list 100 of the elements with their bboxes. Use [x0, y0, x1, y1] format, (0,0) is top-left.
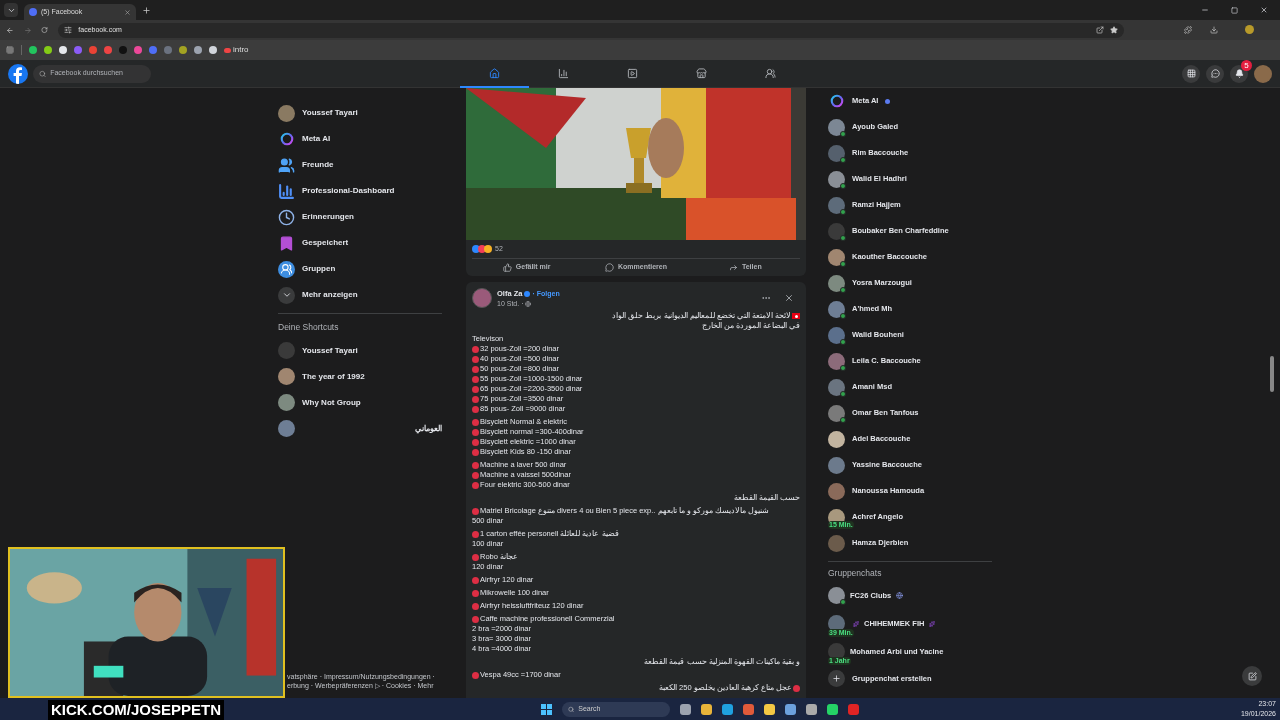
close-icon[interactable] [784, 293, 794, 303]
facebook-logo[interactable] [8, 63, 28, 84]
sidebar-item[interactable]: Meta AI [278, 126, 458, 152]
share-icon [728, 263, 738, 272]
bookmark-icon[interactable] [44, 46, 52, 54]
clock-icon [278, 208, 295, 226]
bookmark-star-icon[interactable] [1110, 26, 1118, 34]
bar-chart-icon [558, 67, 569, 79]
groups-icon [765, 67, 776, 79]
profile-avatar[interactable] [1245, 25, 1254, 34]
sidebar-item[interactable]: Professional-Dashboard [278, 178, 458, 204]
avatar [828, 352, 845, 370]
shortcut-item[interactable]: Youssef Tayari [278, 337, 442, 364]
menu-icon [1186, 69, 1196, 78]
menu-button[interactable] [1182, 64, 1200, 83]
sidebar-item[interactable]: Gruppen [278, 256, 458, 282]
apps-icon[interactable] [6, 46, 14, 54]
avatar [828, 144, 845, 162]
new-tab-icon[interactable] [142, 5, 151, 15]
avatar [828, 222, 845, 240]
home-icon [489, 67, 500, 79]
facebook-icon [29, 8, 37, 16]
avatar [472, 288, 492, 308]
store-icon [696, 67, 707, 79]
bookmark-icon[interactable] [29, 46, 37, 54]
avatar [828, 456, 845, 474]
taskbar-app-icon[interactable] [701, 703, 712, 715]
sidebar-item[interactable]: Freunde [278, 152, 458, 178]
taskbar-app-icon[interactable] [827, 703, 838, 715]
shortcut-item[interactable]: Why Not Group [278, 389, 442, 416]
sidebar-item[interactable]: Gespeichert [278, 230, 458, 256]
sparkles-icon [929, 620, 936, 627]
install-icon[interactable] [1096, 26, 1104, 34]
avatar [828, 326, 845, 344]
chat-bubble-icon [1210, 69, 1220, 78]
maximize-icon[interactable] [1231, 6, 1238, 14]
tab-list-button[interactable] [4, 3, 18, 17]
avatar [828, 482, 845, 500]
avatar [278, 394, 295, 412]
scrollbar-thumb[interactable] [1270, 356, 1274, 392]
search-icon [568, 705, 575, 713]
taskbar-app-icon[interactable] [743, 703, 754, 715]
groups-icon [278, 260, 295, 278]
notification-count: 5 [1241, 59, 1252, 71]
avatar [828, 274, 845, 292]
account-avatar[interactable] [1254, 64, 1272, 83]
site-settings-icon[interactable] [64, 26, 73, 34]
back-icon[interactable] [6, 25, 14, 35]
avatar [828, 378, 845, 396]
taskbar-app-icon[interactable] [680, 703, 691, 715]
taskbar-app-icon[interactable] [764, 703, 775, 715]
verified-icon [524, 291, 531, 297]
compose-icon [1247, 671, 1257, 681]
avatar [828, 118, 845, 136]
avatar [828, 404, 845, 422]
minimize-icon[interactable] [1201, 6, 1209, 14]
reload-icon[interactable] [41, 26, 49, 34]
avatar [828, 534, 845, 552]
shortcut-item[interactable]: العوماني [278, 415, 442, 442]
bookmark-icon[interactable] [179, 46, 187, 54]
avatar [278, 368, 295, 386]
bookmark-link[interactable]: intro [224, 44, 249, 56]
taskbar-app-icon[interactable] [722, 703, 733, 715]
video-icon [627, 67, 638, 79]
bookmark-icon[interactable] [59, 46, 67, 54]
taskbar-app-icon[interactable] [785, 703, 796, 715]
sidebar-item[interactable]: Youssef Tayari [278, 100, 458, 126]
stream-caption: KICK.COM/JOSEPPETN [48, 700, 225, 720]
bell-icon [1234, 69, 1244, 78]
bookmark-icon[interactable] [209, 46, 217, 54]
thumbs-up-icon [502, 263, 512, 272]
close-icon[interactable] [124, 8, 131, 16]
bar-chart-icon [278, 182, 295, 200]
start-icon[interactable] [541, 703, 552, 715]
new-message-button[interactable] [1242, 666, 1262, 686]
sidebar-item[interactable]: Erinnerungen [278, 204, 458, 230]
extensions-icon[interactable] [1184, 26, 1192, 34]
avatar [828, 248, 845, 266]
bookmark-icon [278, 234, 295, 252]
section-title: Deine Shortcuts [278, 321, 340, 334]
comment-icon [605, 263, 614, 272]
bookmark-icon[interactable] [194, 46, 202, 54]
sidebar-item[interactable]: Mehr anzeigen [278, 282, 458, 308]
avatar [278, 342, 295, 360]
meta-ai-icon [829, 94, 844, 108]
taskbar-app-icon[interactable] [806, 703, 817, 715]
chevron-icon [278, 286, 295, 304]
avatar [828, 196, 845, 214]
avatar [278, 420, 295, 438]
avatar [278, 104, 295, 122]
avatar [828, 300, 845, 318]
avatar [828, 170, 845, 188]
reactions-icon [472, 245, 492, 253]
globe-icon [525, 300, 532, 307]
friends-icon [278, 156, 295, 174]
messenger-button[interactable] [1206, 64, 1224, 83]
download-icon[interactable] [1210, 26, 1218, 34]
avatar [828, 587, 845, 605]
avatar [828, 430, 845, 448]
shortcut-item[interactable]: The year of 1992 [278, 363, 442, 390]
